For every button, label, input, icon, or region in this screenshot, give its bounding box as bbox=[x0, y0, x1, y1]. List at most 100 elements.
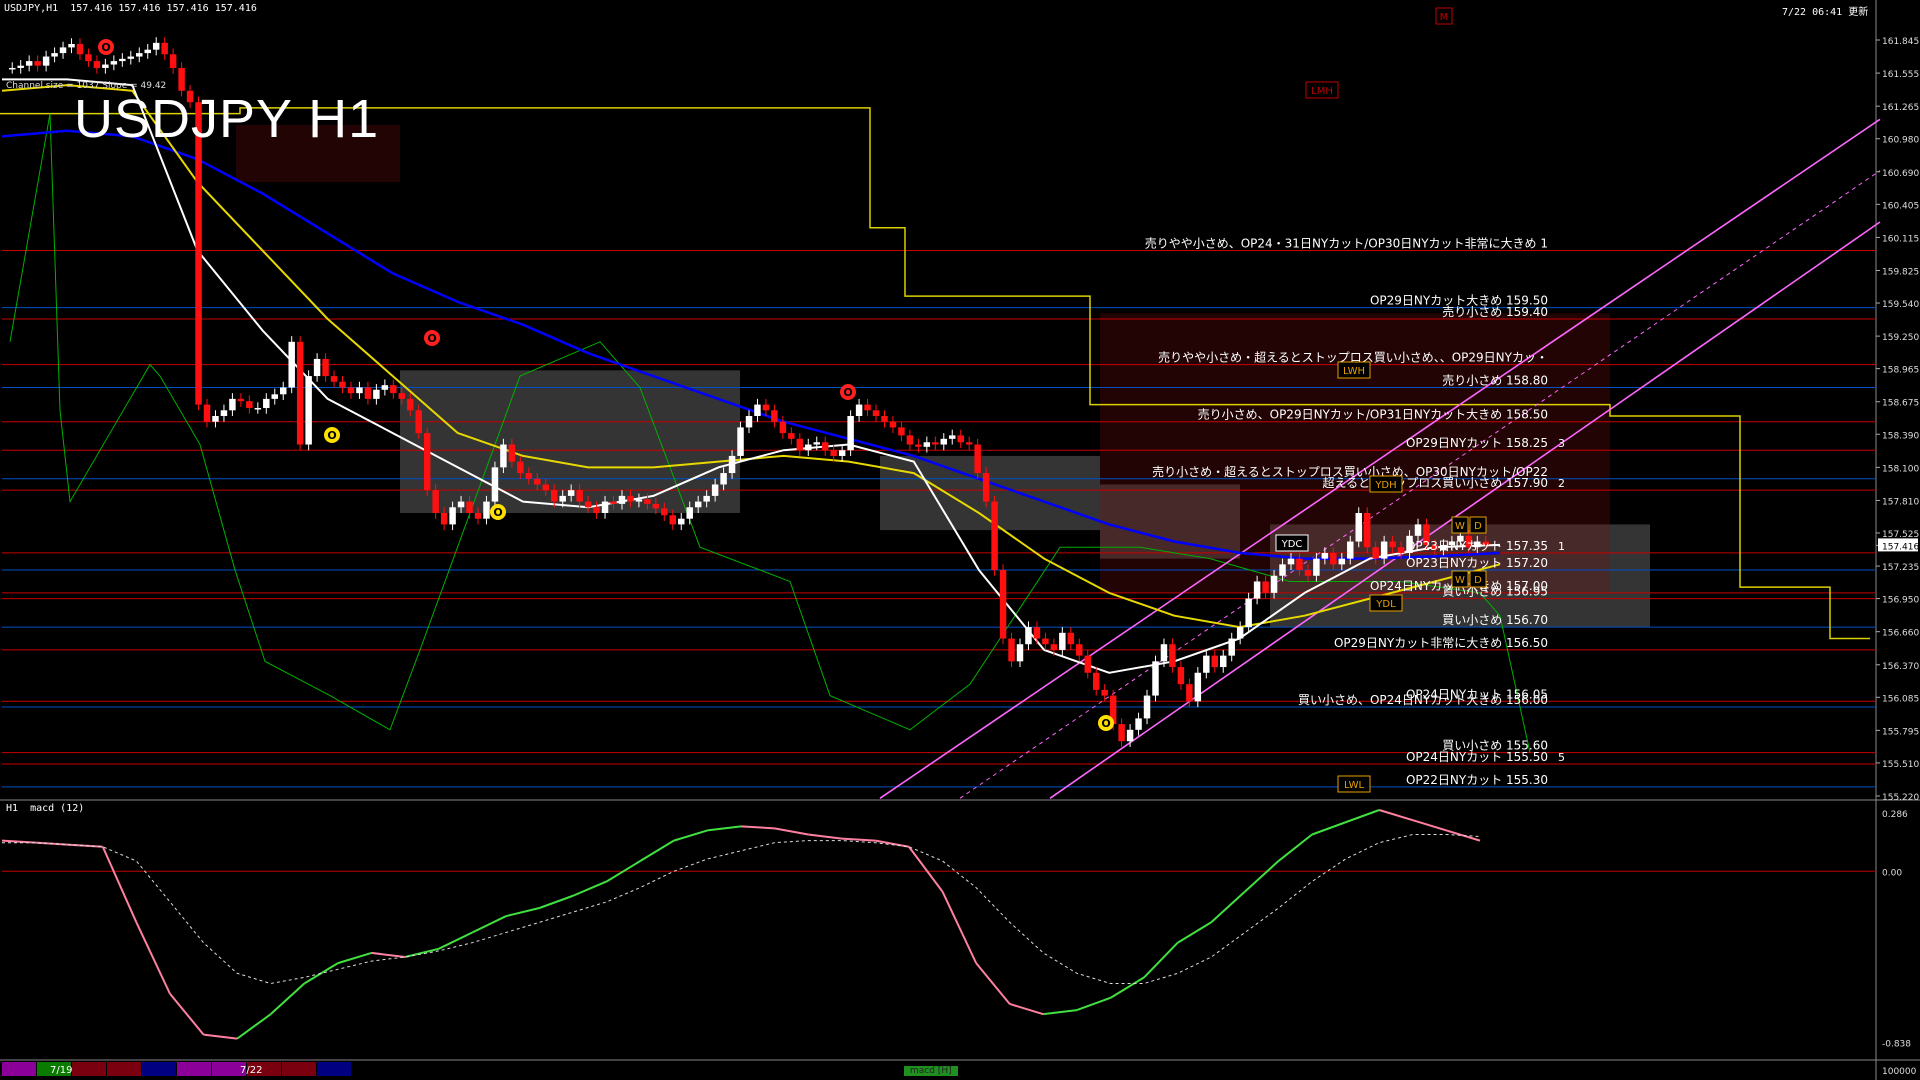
candle-body bbox=[813, 442, 820, 445]
signal-letter: O bbox=[427, 332, 436, 345]
candle-body bbox=[1389, 541, 1396, 548]
candle-body bbox=[1313, 558, 1320, 576]
candle-body bbox=[949, 435, 956, 439]
candle-body bbox=[821, 442, 829, 451]
candle-body bbox=[68, 43, 75, 48]
candle-body bbox=[957, 435, 964, 443]
lmh-marker-text: LMH bbox=[1311, 86, 1333, 97]
candle-body bbox=[483, 501, 490, 519]
axis-tick-label: 157.235 bbox=[1882, 563, 1919, 573]
candle-body bbox=[1067, 632, 1075, 645]
candle-body bbox=[1347, 541, 1354, 559]
candle-body bbox=[246, 401, 253, 409]
candle-body bbox=[220, 410, 228, 416]
candle-body bbox=[1025, 627, 1032, 645]
candle-body bbox=[1236, 627, 1244, 639]
axis-tick-label: 161.555 bbox=[1882, 70, 1919, 80]
w-marker-text: W bbox=[1455, 521, 1465, 532]
candle-body bbox=[703, 495, 710, 502]
axis-tick-label: 160.980 bbox=[1882, 136, 1919, 146]
candle-body bbox=[59, 47, 67, 54]
candle-body bbox=[694, 501, 702, 508]
candle-body bbox=[229, 398, 236, 411]
candle-body bbox=[212, 416, 219, 422]
level-label: OP23日NYカット 157.20 bbox=[1406, 556, 1548, 570]
candle-body bbox=[76, 43, 84, 55]
axis-tick-label: 158.965 bbox=[1882, 366, 1919, 376]
axis-tick-label: 155.510 bbox=[1882, 760, 1919, 770]
candle-body bbox=[423, 433, 431, 491]
candle-body bbox=[1245, 598, 1252, 628]
candle-body bbox=[432, 490, 439, 513]
channel-info: Channel size = 1037 Slope = 49.42 bbox=[6, 81, 167, 91]
candle-body bbox=[398, 393, 406, 399]
candle-body bbox=[1177, 667, 1185, 685]
candle-body bbox=[1203, 655, 1210, 673]
candle-body bbox=[1262, 581, 1269, 593]
signal-letter: O bbox=[493, 506, 502, 519]
candle-body bbox=[25, 61, 33, 66]
level-label: OP29日NYカット 158.25 bbox=[1406, 436, 1548, 450]
candle-body bbox=[898, 427, 905, 436]
candle-body bbox=[144, 49, 151, 54]
candle-body bbox=[627, 495, 634, 502]
candle-body bbox=[102, 64, 109, 68]
level-label: OP24日NYカット 155.50 bbox=[1406, 750, 1548, 764]
candle-body bbox=[313, 358, 321, 377]
candle-body bbox=[517, 461, 524, 474]
level-tag: 3 bbox=[1558, 437, 1565, 450]
candle-body bbox=[500, 444, 507, 468]
axis-tick-label: 156.370 bbox=[1882, 662, 1919, 672]
candle-body bbox=[34, 61, 41, 66]
candle-body bbox=[720, 473, 727, 485]
big-title: USDJPY H1 bbox=[74, 89, 380, 149]
candle-body bbox=[254, 408, 262, 410]
axis-tick-label: 157.810 bbox=[1882, 497, 1919, 507]
candle-body bbox=[737, 427, 744, 456]
candle-body bbox=[474, 512, 482, 519]
candle-body bbox=[644, 499, 651, 504]
candle-body bbox=[491, 467, 499, 502]
candle-body bbox=[415, 410, 422, 434]
axis-tick-label: 156.660 bbox=[1882, 629, 1919, 639]
candle-body bbox=[830, 450, 837, 456]
signal-letter: O bbox=[1101, 717, 1110, 730]
candle-body bbox=[322, 358, 329, 377]
candle-body bbox=[51, 53, 58, 57]
macd-label: H1 macd (12) bbox=[6, 803, 85, 814]
candle-body bbox=[1059, 632, 1066, 650]
timeline-segment bbox=[282, 1062, 316, 1076]
candle-body bbox=[169, 54, 177, 68]
candle-body bbox=[449, 507, 456, 525]
candle-body bbox=[1126, 729, 1134, 742]
candle-body bbox=[339, 381, 346, 388]
candle-body bbox=[1372, 547, 1379, 559]
level-label: 超えるとストップロス買い小さめ 157.90 bbox=[1323, 475, 1548, 490]
candle-body bbox=[762, 404, 770, 411]
candle-body bbox=[1296, 558, 1303, 571]
candle-body bbox=[1253, 581, 1261, 599]
cloud-white-2 bbox=[880, 455, 1100, 531]
level-label: OP23日NYカット 157.35 bbox=[1406, 539, 1548, 553]
candle-body bbox=[525, 473, 533, 479]
candle-body bbox=[93, 61, 101, 68]
candle-body bbox=[42, 56, 50, 66]
candle-body bbox=[263, 398, 270, 409]
axis-tick-label: 158.390 bbox=[1882, 431, 1919, 441]
candle-body bbox=[838, 450, 846, 456]
level-label: 売り小さめ、OP29日NYカット/OP31日NYカット大きめ 158.50 bbox=[1198, 407, 1548, 422]
candle-body bbox=[1211, 655, 1219, 668]
timeline-label: 7/22 bbox=[240, 1065, 262, 1076]
candle-body bbox=[381, 385, 389, 390]
candle-body bbox=[1008, 638, 1015, 662]
candle-body bbox=[550, 490, 558, 502]
candle-body bbox=[669, 515, 677, 525]
macd-tab[interactable]: macd [H] bbox=[904, 1066, 958, 1076]
timeline-segment bbox=[2, 1062, 36, 1076]
timeline-segment bbox=[142, 1062, 176, 1076]
update-timestamp: 7/22 06:41 更新 bbox=[1782, 7, 1869, 18]
candle-body bbox=[390, 385, 397, 394]
level-label: 売り小さめ 158.80 bbox=[1442, 372, 1548, 387]
candle-body bbox=[601, 501, 609, 513]
candle-body bbox=[771, 410, 778, 422]
